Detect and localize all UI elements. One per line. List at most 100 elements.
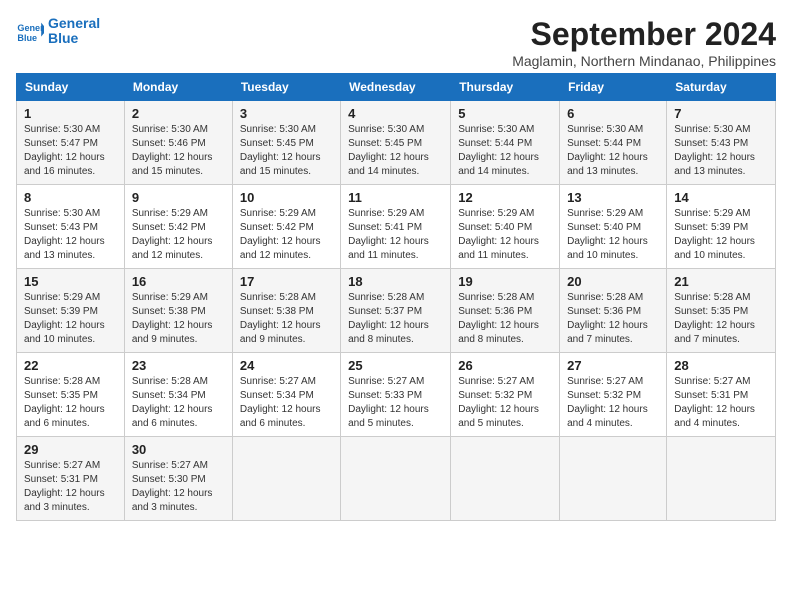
day-info: Sunrise: 5:27 AM Sunset: 5:33 PM Dayligh… [348, 375, 443, 431]
day-info: Sunrise: 5:27 AM Sunset: 5:32 PM Dayligh… [567, 375, 659, 431]
day-info: Sunrise: 5:29 AM Sunset: 5:39 PM Dayligh… [674, 207, 768, 263]
day-number: 2 [132, 106, 225, 121]
day-number: 4 [348, 106, 443, 121]
table-row: 2 Sunrise: 5:30 AM Sunset: 5:46 PM Daylig… [124, 101, 232, 185]
month-year-title: September 2024 [512, 16, 776, 53]
calendar-week-row: 1 Sunrise: 5:30 AM Sunset: 5:47 PM Daylig… [17, 101, 776, 185]
day-number: 24 [240, 358, 333, 373]
table-row: 5 Sunrise: 5:30 AM Sunset: 5:44 PM Daylig… [451, 101, 560, 185]
col-sunday: Sunday [17, 74, 125, 101]
table-row: 29 Sunrise: 5:27 AM Sunset: 5:31 PM Dayli… [17, 437, 125, 521]
day-info: Sunrise: 5:29 AM Sunset: 5:38 PM Dayligh… [132, 291, 225, 347]
svg-text:Blue: Blue [17, 33, 37, 43]
day-info: Sunrise: 5:27 AM Sunset: 5:34 PM Dayligh… [240, 375, 333, 431]
day-number: 23 [132, 358, 225, 373]
day-number: 21 [674, 274, 768, 289]
table-row: 7 Sunrise: 5:30 AM Sunset: 5:43 PM Daylig… [667, 101, 776, 185]
col-saturday: Saturday [667, 74, 776, 101]
table-row: 19Sunrise: 5:28 AM Sunset: 5:36 PM Dayli… [451, 269, 560, 353]
table-row: 1 Sunrise: 5:30 AM Sunset: 5:47 PM Daylig… [17, 101, 125, 185]
day-number: 13 [567, 190, 659, 205]
table-row [667, 437, 776, 521]
day-info: Sunrise: 5:30 AM Sunset: 5:44 PM Dayligh… [458, 123, 552, 179]
table-row: 4 Sunrise: 5:30 AM Sunset: 5:45 PM Daylig… [341, 101, 451, 185]
day-info: Sunrise: 5:30 AM Sunset: 5:43 PM Dayligh… [674, 123, 768, 179]
calendar-table: Sunday Monday Tuesday Wednesday Thursday… [16, 73, 776, 521]
table-row: 13 Sunrise: 5:29 AM Sunset: 5:40 PM Dayli… [560, 185, 667, 269]
logo-general: General [48, 15, 100, 31]
day-info: Sunrise: 5:29 AM Sunset: 5:42 PM Dayligh… [240, 207, 333, 263]
table-row: 15 Sunrise: 5:29 AM Sunset: 5:39 PM Dayli… [17, 269, 125, 353]
col-tuesday: Tuesday [232, 74, 340, 101]
table-row: 23 Sunrise: 5:28 AM Sunset: 5:34 PM Dayli… [124, 353, 232, 437]
logo-blue: Blue [48, 30, 78, 46]
day-number: 29 [24, 442, 117, 457]
table-row: 10 Sunrise: 5:29 AM Sunset: 5:42 PM Dayli… [232, 185, 340, 269]
day-info: Sunrise: 5:29 AM Sunset: 5:39 PM Dayligh… [24, 291, 117, 347]
day-number: 15 [24, 274, 117, 289]
calendar-header-row: Sunday Monday Tuesday Wednesday Thursday… [17, 74, 776, 101]
day-info: Sunrise: 5:29 AM Sunset: 5:42 PM Dayligh… [132, 207, 225, 263]
day-info: Sunrise: 5:28 AM Sunset: 5:38 PM Dayligh… [240, 291, 333, 347]
col-friday: Friday [560, 74, 667, 101]
svg-text:General: General [17, 23, 44, 33]
day-info: Sunrise: 5:29 AM Sunset: 5:40 PM Dayligh… [458, 207, 552, 263]
day-info: Sunrise: 5:27 AM Sunset: 5:32 PM Dayligh… [458, 375, 552, 431]
table-row: 20Sunrise: 5:28 AM Sunset: 5:36 PM Dayli… [560, 269, 667, 353]
day-number: 5 [458, 106, 552, 121]
table-row: 17 Sunrise: 5:28 AM Sunset: 5:38 PM Dayli… [232, 269, 340, 353]
col-monday: Monday [124, 74, 232, 101]
calendar-week-row: 29 Sunrise: 5:27 AM Sunset: 5:31 PM Dayli… [17, 437, 776, 521]
day-info: Sunrise: 5:27 AM Sunset: 5:31 PM Dayligh… [24, 459, 117, 515]
col-wednesday: Wednesday [341, 74, 451, 101]
day-info: Sunrise: 5:27 AM Sunset: 5:30 PM Dayligh… [132, 459, 225, 515]
day-number: 7 [674, 106, 768, 121]
day-number: 30 [132, 442, 225, 457]
day-info: Sunrise: 5:28 AM Sunset: 5:35 PM Dayligh… [674, 291, 768, 347]
day-info: Sunrise: 5:30 AM Sunset: 5:47 PM Dayligh… [24, 123, 117, 179]
day-number: 22 [24, 358, 117, 373]
location-subtitle: Maglamin, Northern Mindanao, Philippines [512, 53, 776, 69]
day-number: 10 [240, 190, 333, 205]
day-number: 28 [674, 358, 768, 373]
day-number: 20 [567, 274, 659, 289]
table-row: 9 Sunrise: 5:29 AM Sunset: 5:42 PM Daylig… [124, 185, 232, 269]
table-row: 26 Sunrise: 5:27 AM Sunset: 5:32 PM Dayli… [451, 353, 560, 437]
day-number: 27 [567, 358, 659, 373]
day-number: 14 [674, 190, 768, 205]
day-number: 17 [240, 274, 333, 289]
day-info: Sunrise: 5:27 AM Sunset: 5:31 PM Dayligh… [674, 375, 768, 431]
day-number: 26 [458, 358, 552, 373]
page-header: General Blue General Blue September 2024… [16, 16, 776, 69]
table-row [341, 437, 451, 521]
day-number: 16 [132, 274, 225, 289]
day-number: 1 [24, 106, 117, 121]
day-info: Sunrise: 5:28 AM Sunset: 5:37 PM Dayligh… [348, 291, 443, 347]
col-thursday: Thursday [451, 74, 560, 101]
table-row: 12 Sunrise: 5:29 AM Sunset: 5:40 PM Dayli… [451, 185, 560, 269]
table-row: 3 Sunrise: 5:30 AM Sunset: 5:45 PM Daylig… [232, 101, 340, 185]
table-row: 18 Sunrise: 5:28 AM Sunset: 5:37 PM Dayli… [341, 269, 451, 353]
calendar-week-row: 8Sunrise: 5:30 AM Sunset: 5:43 PM Daylig… [17, 185, 776, 269]
table-row: 11Sunrise: 5:29 AM Sunset: 5:41 PM Dayli… [341, 185, 451, 269]
day-number: 19 [458, 274, 552, 289]
table-row [232, 437, 340, 521]
day-info: Sunrise: 5:30 AM Sunset: 5:43 PM Dayligh… [24, 207, 117, 263]
day-info: Sunrise: 5:30 AM Sunset: 5:46 PM Dayligh… [132, 123, 225, 179]
table-row: 28 Sunrise: 5:27 AM Sunset: 5:31 PM Dayli… [667, 353, 776, 437]
table-row: 21 Sunrise: 5:28 AM Sunset: 5:35 PM Dayli… [667, 269, 776, 353]
day-info: Sunrise: 5:30 AM Sunset: 5:45 PM Dayligh… [240, 123, 333, 179]
day-number: 18 [348, 274, 443, 289]
logo-icon: General Blue [16, 17, 44, 45]
day-info: Sunrise: 5:28 AM Sunset: 5:35 PM Dayligh… [24, 375, 117, 431]
day-number: 9 [132, 190, 225, 205]
day-number: 12 [458, 190, 552, 205]
day-info: Sunrise: 5:29 AM Sunset: 5:41 PM Dayligh… [348, 207, 443, 263]
day-number: 25 [348, 358, 443, 373]
day-info: Sunrise: 5:29 AM Sunset: 5:40 PM Dayligh… [567, 207, 659, 263]
day-number: 3 [240, 106, 333, 121]
table-row: 22 Sunrise: 5:28 AM Sunset: 5:35 PM Dayli… [17, 353, 125, 437]
day-info: Sunrise: 5:30 AM Sunset: 5:45 PM Dayligh… [348, 123, 443, 179]
day-info: Sunrise: 5:28 AM Sunset: 5:34 PM Dayligh… [132, 375, 225, 431]
table-row: 24 Sunrise: 5:27 AM Sunset: 5:34 PM Dayli… [232, 353, 340, 437]
